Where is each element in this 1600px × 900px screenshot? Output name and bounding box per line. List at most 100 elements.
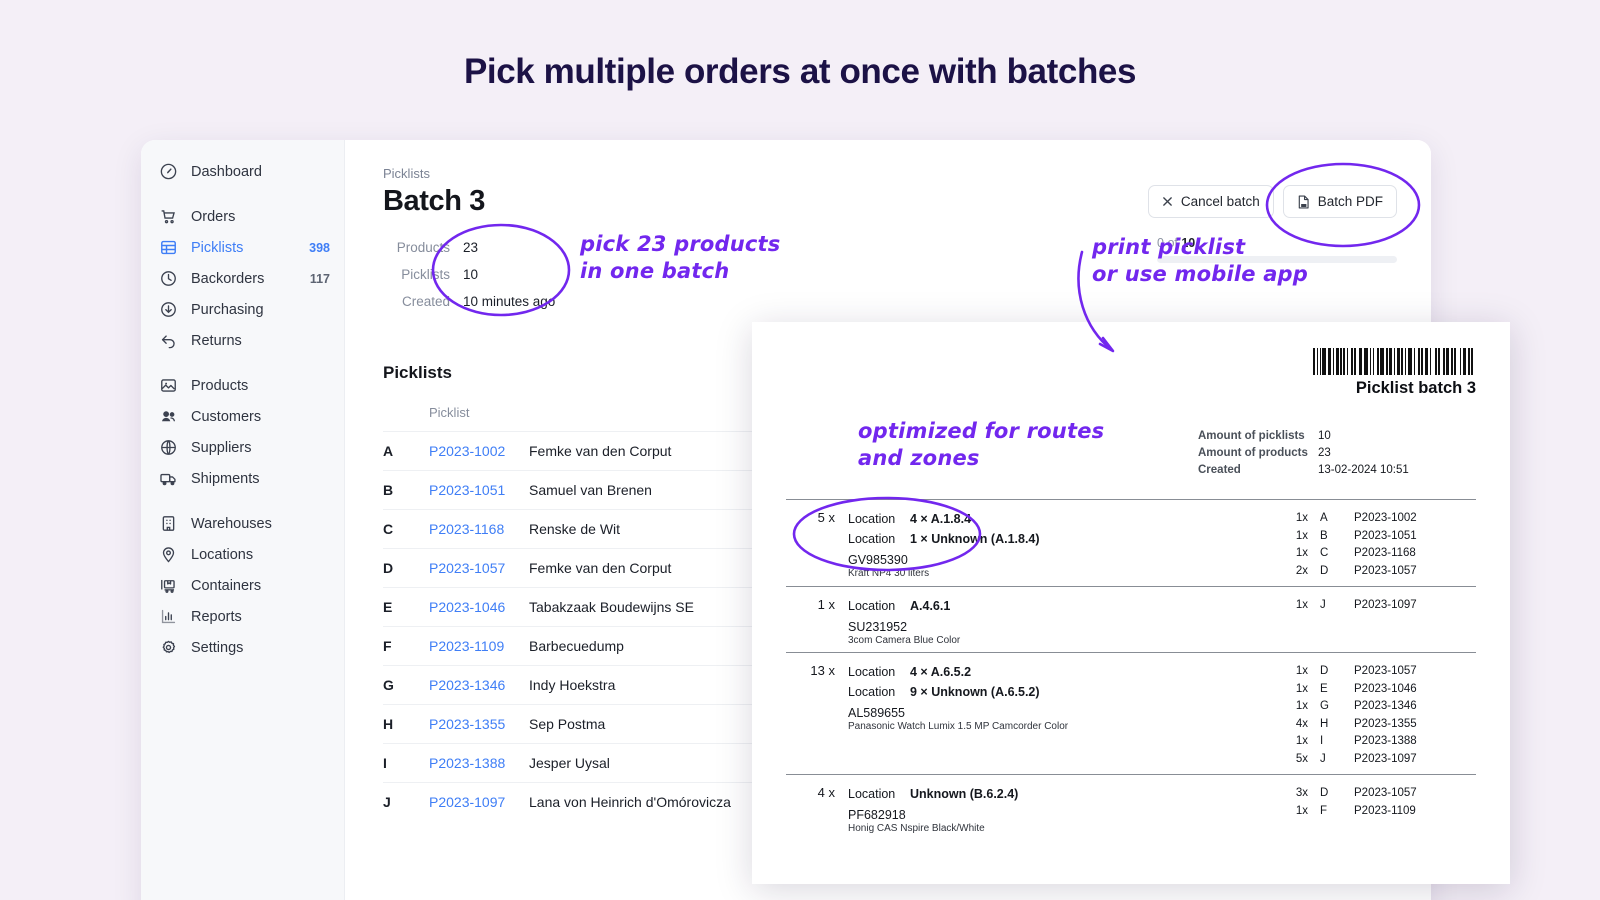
ref-number: P2023-1051 (1354, 529, 1417, 542)
batch-pdf-button[interactable]: Batch PDF (1282, 185, 1397, 218)
sidebar-item-shipments[interactable]: Shipments (141, 463, 344, 494)
row-ref[interactable]: P2023-1051 (429, 470, 529, 510)
line-quantity: 1 x (817, 597, 835, 612)
pdf-line-item: 1 x Location A.4.6.1 SU231952 3com Camer… (786, 586, 1476, 652)
row-ref[interactable]: P2023-1355 (429, 704, 529, 744)
summary-row-created: Created 10 minutes ago (383, 294, 1397, 321)
pdf-file-icon (1297, 194, 1310, 209)
sidebar-item-label: Orders (191, 208, 236, 225)
line-body: Location A.4.6.1 SU231952 3com Camera Bl… (848, 596, 1286, 646)
picklist-link[interactable]: P2023-1051 (429, 482, 505, 498)
barcode-icon (1313, 348, 1476, 375)
sidebar-item-containers[interactable]: Containers (141, 570, 344, 601)
column-header-letter (383, 405, 429, 432)
pdf-meta-value: 10 (1318, 430, 1331, 442)
row-ref[interactable]: P2023-1168 (429, 509, 529, 549)
ref-qty: 4x (1295, 717, 1308, 730)
ref-letter: C (1320, 547, 1329, 559)
map-pin-icon (159, 545, 178, 564)
picklist-link[interactable]: P2023-1388 (429, 755, 505, 771)
sidebar-item-suppliers[interactable]: Suppliers (141, 432, 344, 463)
annotation-pick-products: pick 23 products in one batch (580, 231, 780, 285)
summary-key: Products (396, 240, 450, 255)
row-ref[interactable]: P2023-1388 (429, 743, 529, 783)
picklist-link[interactable]: P2023-1057 (429, 560, 505, 576)
ref-number: P2023-1346 (1354, 700, 1417, 712)
ref-number: P2023-1109 (1354, 804, 1416, 817)
container-icon (159, 576, 178, 595)
line-picklist-refs: 3x D P2023-1057 1x F P2023-1109 (1286, 784, 1476, 834)
ref-letter: J (1320, 599, 1326, 611)
column-header-picklist: Picklist (429, 405, 470, 420)
picklist-link[interactable]: P2023-1002 (429, 443, 505, 459)
location-label: Location (848, 512, 896, 526)
globe-icon (159, 438, 178, 457)
ref-letter: J (1320, 752, 1326, 765)
pdf-header-inner: Picklist batch 3 (1313, 348, 1476, 398)
annotation-line-1: pick 23 products (580, 232, 781, 256)
sidebar-item-dashboard[interactable]: Dashboard (141, 156, 344, 187)
cancel-batch-button[interactable]: Cancel batch (1147, 185, 1274, 218)
ref-letter: B (1320, 529, 1328, 542)
ref-number: P2023-1057 (1354, 787, 1417, 799)
line-location: Location 9 × Unknown (A.6.5.2) (848, 682, 1286, 702)
line-location: Location A.4.6.1 (848, 596, 1286, 616)
line-location: Location 4 × A.1.8.4 (848, 509, 1286, 529)
picklist-link[interactable]: P2023-1355 (429, 716, 505, 732)
location-value: 4 × A.6.5.2 (910, 665, 972, 679)
breadcrumb[interactable]: Picklists (383, 166, 1397, 181)
sidebar-item-label: Reports (191, 608, 242, 625)
picklist-link[interactable]: P2023-1168 (429, 521, 504, 537)
location-value: 1 × Unknown (A.1.8.4) (910, 532, 1040, 546)
row-ref[interactable]: P2023-1346 (429, 665, 529, 705)
ref-qty: 2x (1295, 564, 1308, 577)
ref-qty: 5x (1295, 752, 1308, 765)
ref-number: P2023-1388 (1354, 735, 1417, 747)
row-ref[interactable]: P2023-1109 (429, 626, 529, 666)
sidebar-item-label: Containers (191, 577, 262, 594)
line-quantity: 5 x (817, 510, 835, 525)
sidebar-item-settings[interactable]: Settings (141, 632, 344, 663)
sidebar-item-orders[interactable]: Orders (141, 201, 344, 232)
picklist-link[interactable]: P2023-1097 (429, 794, 505, 810)
ref-letter: D (1320, 787, 1329, 799)
location-label: Location (848, 787, 896, 801)
ref-letter: I (1320, 735, 1324, 747)
summary-key: Picklists (401, 267, 450, 282)
picklist-ref-row: 1x F P2023-1109 (1286, 803, 1476, 821)
cart-icon (159, 207, 178, 226)
picklist-link[interactable]: P2023-1046 (429, 599, 505, 615)
picklist-ref-row: 1x D P2023-1057 (1286, 663, 1476, 681)
row-ref[interactable]: P2023-1097 (429, 782, 529, 821)
annotation-line-1: optimized for routes (858, 419, 1105, 443)
row-ref[interactable]: P2023-1002 (429, 431, 529, 471)
sidebar-item-customers[interactable]: Customers (141, 401, 344, 432)
row-ref[interactable]: P2023-1046 (429, 587, 529, 627)
row-ref[interactable]: P2023-1057 (429, 548, 529, 588)
sidebar-item-label: Purchasing (191, 301, 264, 318)
line-location: Location 4 × A.6.5.2 (848, 662, 1286, 682)
ref-number: P2023-1355 (1354, 717, 1417, 730)
pdf-line-item: 5 x Location 4 × A.1.8.4 Location 1 × Un… (786, 499, 1476, 586)
sidebar-item-returns[interactable]: Returns (141, 325, 344, 356)
picklist-link[interactable]: P2023-1346 (429, 677, 505, 693)
row-letter: I (383, 743, 429, 783)
sidebar-item-purchasing[interactable]: Purchasing (141, 294, 344, 325)
batch-pdf-label: Batch PDF (1317, 194, 1383, 209)
picklist-ref-row: 2x D P2023-1057 (1286, 563, 1476, 581)
sidebar-item-label: Dashboard (191, 163, 262, 180)
pdf-meta-value: 13-02-2024 10:51 (1318, 464, 1409, 476)
location-label: Location (848, 599, 896, 613)
sidebar-item-picklists[interactable]: Picklists 398 (141, 232, 344, 263)
sidebar-item-reports[interactable]: Reports (141, 601, 344, 632)
line-sku: GV985390 (848, 553, 908, 567)
pdf-header: Picklist batch 3 (786, 348, 1476, 398)
picklist-link[interactable]: P2023-1109 (429, 638, 504, 654)
sidebar-item-backorders[interactable]: Backorders 117 (141, 263, 344, 294)
sidebar-item-locations[interactable]: Locations (141, 539, 344, 570)
ref-letter: A (1320, 512, 1328, 524)
sidebar-item-products[interactable]: Products (141, 370, 344, 401)
line-location: Location Unknown (B.6.2.4) (848, 784, 1286, 804)
pdf-meta-key: Created (1198, 464, 1241, 476)
sidebar-item-warehouses[interactable]: Warehouses (141, 508, 344, 539)
